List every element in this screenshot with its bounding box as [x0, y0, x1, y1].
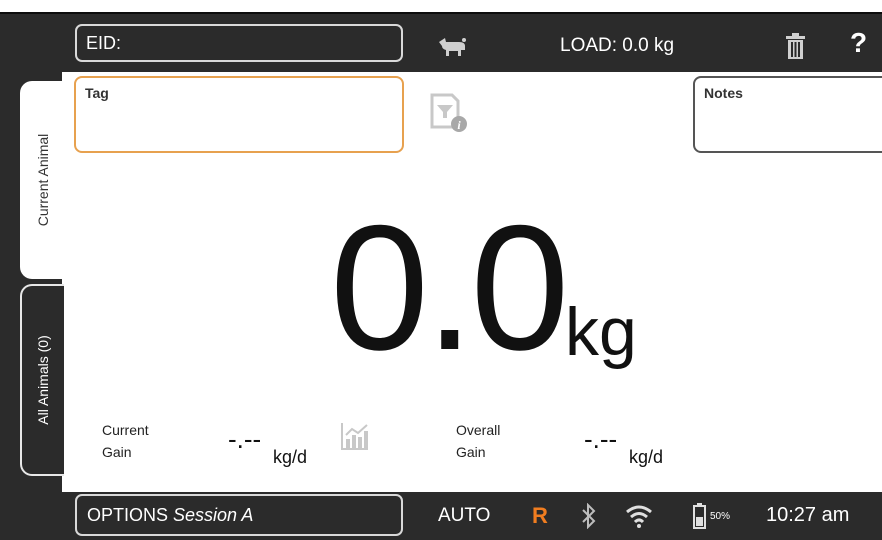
notes-label: Notes — [704, 85, 743, 101]
tag-label: Tag — [85, 85, 109, 101]
tab-all-animals[interactable]: All Animals (0) — [20, 284, 64, 476]
options-label: OPTIONS — [87, 505, 169, 525]
overall-gain-label-line1: Overall — [456, 422, 501, 438]
scale-animal-icon[interactable] — [437, 36, 469, 58]
current-gain-label-line1: Current — [102, 422, 149, 438]
overall-gain-label-line2: Gain — [456, 444, 486, 460]
bottom-bar: OPTIONS Session A AUTO R 50% 10:27 am — [0, 492, 882, 540]
wifi-icon — [626, 505, 652, 528]
session-name: Session A — [173, 505, 254, 525]
app-frame: EID: LOAD: 0.0 kg ? Current Animal All A… — [0, 0, 882, 540]
filter-info-icon[interactable]: i — [428, 93, 468, 133]
top-bar: EID: LOAD: 0.0 kg ? — [0, 12, 882, 72]
overall-gain-unit: kg/d — [629, 447, 664, 467]
tab-label: Current Animal — [35, 133, 51, 227]
tab-label: All Animals (0) — [35, 335, 51, 425]
weight-value: 0.0 — [330, 188, 569, 387]
chart-icon[interactable] — [340, 421, 370, 451]
clock: 10:27 am — [766, 504, 850, 526]
battery-level: 50% — [710, 511, 731, 522]
help-icon[interactable]: ? — [850, 27, 867, 59]
mode-indicator: AUTO — [438, 505, 491, 526]
eid-field[interactable]: EID: — [75, 24, 403, 62]
r-indicator: R — [532, 503, 548, 528]
overall-gain-value: -.-- — [584, 424, 618, 454]
tab-current-animal[interactable]: Current Animal — [20, 81, 64, 279]
bluetooth-icon — [582, 503, 596, 529]
battery-icon — [693, 503, 706, 529]
current-gain-label-line2: Gain — [102, 444, 132, 460]
trash-icon[interactable] — [786, 33, 805, 59]
tag-field[interactable]: Tag — [74, 76, 404, 153]
options-button[interactable]: OPTIONS Session A — [75, 494, 403, 536]
notes-field[interactable]: Notes — [693, 76, 882, 153]
current-gain-value: -.-- — [228, 424, 262, 454]
load-readout: LOAD: 0.0 kg — [560, 35, 675, 56]
current-gain-unit: kg/d — [273, 447, 308, 467]
weight-unit: kg — [565, 294, 637, 370]
